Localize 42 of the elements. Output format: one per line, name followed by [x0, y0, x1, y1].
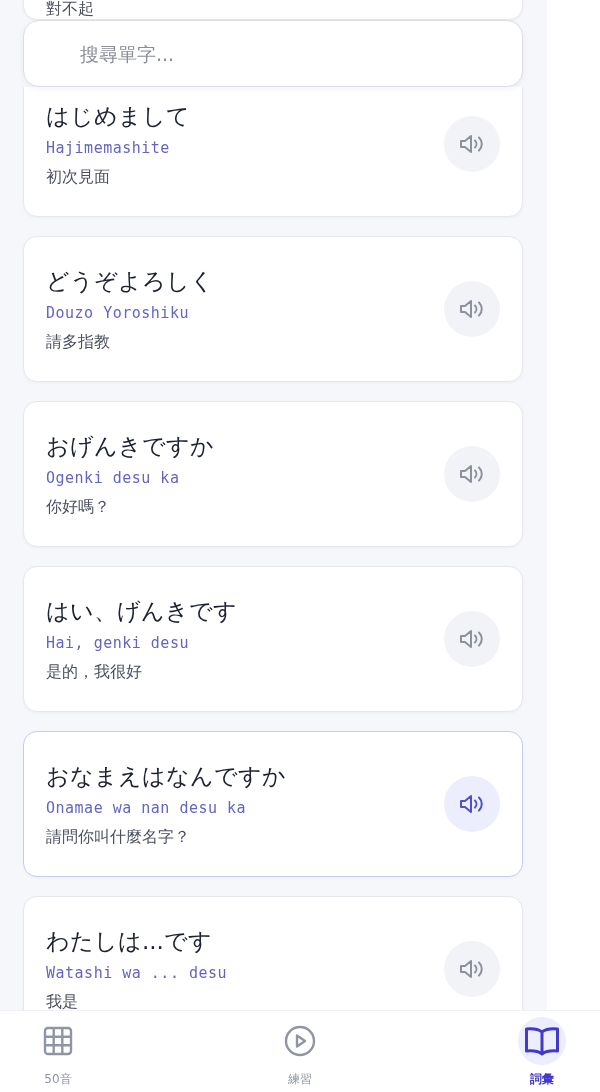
speaker-icon [459, 958, 485, 980]
phrase-card[interactable]: おなまえはなんですか Onamae wa nan desu ka 請問你叫什麼名字？ [23, 731, 523, 877]
romaji-text: Watashi wa ... desu [46, 963, 229, 984]
phrase-card[interactable]: はじめまして Hajimemashite 初次見面 [23, 87, 523, 217]
translation-text: 請問你叫什麼名字？ [46, 826, 191, 848]
romaji-text: Onamae wa nan desu ka [46, 798, 248, 819]
translation-text: 是的，我很好 [46, 661, 143, 683]
translation-text: 你好嗎？ [46, 496, 111, 518]
speaker-button[interactable] [444, 611, 500, 667]
speaker-icon [459, 793, 485, 815]
japanese-text: どうぞよろしく [46, 267, 215, 296]
phrase-card[interactable]: わたしは...です Watashi wa ... desu 我是 [23, 896, 523, 1010]
speaker-icon [459, 628, 485, 650]
phrase-card[interactable]: はい、げんきです Hai, genki desu 是的，我很好 [23, 566, 523, 712]
speaker-button[interactable] [444, 116, 500, 172]
translation-text: 初次見面 [46, 166, 111, 188]
play-icon [284, 1025, 316, 1057]
romaji-text: Hajimemashite [46, 138, 171, 159]
translation-text: 我是 [46, 991, 79, 1010]
romaji-text: Hai, genki desu [46, 633, 190, 654]
speaker-icon [459, 298, 485, 320]
romaji-text: Ogenki desu ka [46, 468, 181, 489]
nav-tab[interactable]: 詞彙 [492, 1011, 592, 1092]
phrase-card[interactable]: おげんきですか Ogenki desu ka 你好嗎？ [23, 401, 523, 547]
japanese-text: わたしは...です [46, 927, 213, 956]
romaji-text: Douzo Yoroshiku [46, 303, 190, 324]
grid-icon [43, 1026, 73, 1056]
japanese-text: おなまえはなんですか [46, 762, 287, 791]
japanese-text: おげんきですか [46, 432, 215, 461]
speaker-button[interactable] [444, 776, 500, 832]
phrase-card[interactable]: どうぞよろしく Douzo Yoroshiku 請多指教 [23, 236, 523, 382]
japanese-text: はじめまして [46, 102, 191, 131]
japanese-text: はい、げんきです [46, 597, 238, 626]
speaker-button[interactable] [444, 446, 500, 502]
search-field[interactable]: 搜尋單字... [23, 20, 523, 87]
book-icon [524, 1025, 560, 1057]
speaker-button[interactable] [444, 941, 500, 997]
speaker-icon [459, 133, 485, 155]
speaker-icon [459, 463, 485, 485]
translation-text: 對不起 [46, 0, 94, 19]
speaker-button[interactable] [444, 281, 500, 337]
translation-text: 請多指教 [46, 331, 111, 353]
